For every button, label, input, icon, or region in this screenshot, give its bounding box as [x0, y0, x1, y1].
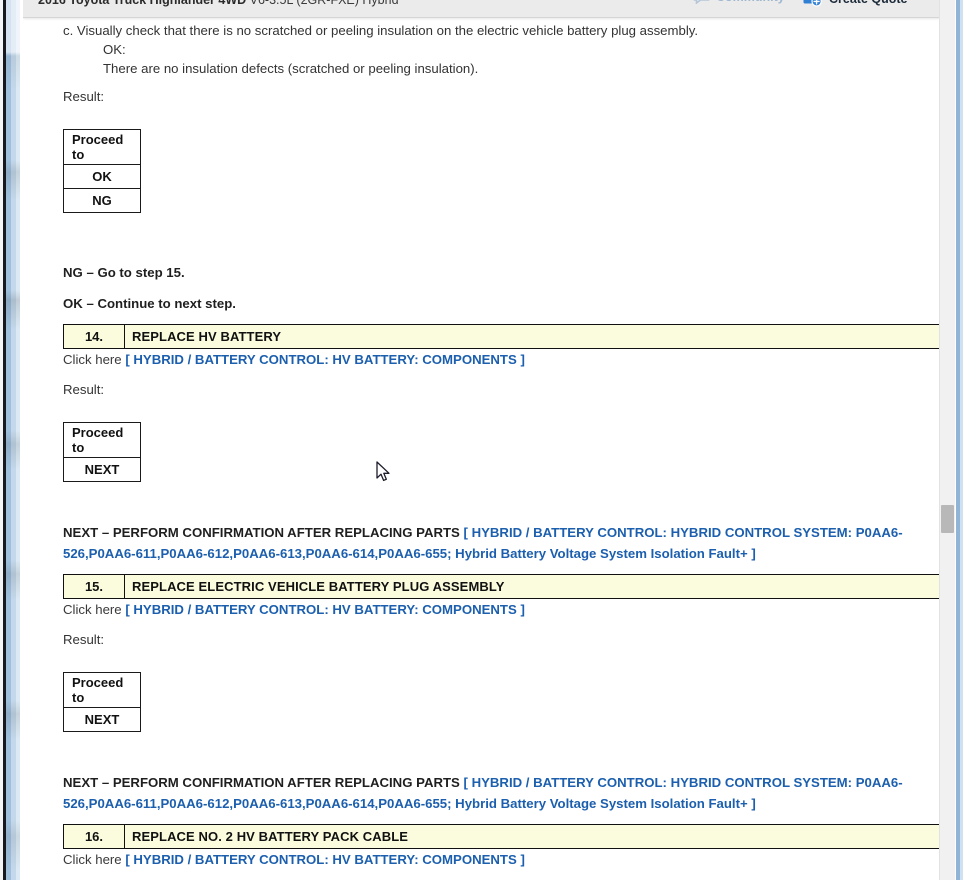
step-14-number: 14. [64, 325, 125, 348]
result-value-next-1[interactable]: NEXT [63, 457, 141, 482]
step-16-title: REPLACE NO. 2 HV BATTERY PACK CABLE [132, 829, 409, 844]
next-confirmation-block-1: NEXT – PERFORM CONFIRMATION AFTER REPLAC… [63, 522, 940, 564]
step-16-click-prefix: Click here [63, 852, 122, 867]
step-15-component-link[interactable]: [ HYBRID / BATTERY CONTROL: HV BATTERY: … [125, 602, 525, 617]
step-14-bar: 14. REPLACE HV BATTERY [63, 324, 940, 349]
vehicle-header-bar: 2016 Toyota Truck Highlander 4WD V6-3.5L… [23, 0, 940, 18]
left-rail-shading [6, 0, 20, 880]
result-label-step-14: Result: [63, 382, 105, 397]
result-table-ok-ng: Proceed to OK NG [63, 129, 141, 213]
community-label: Community [716, 0, 785, 4]
step-14-click-prefix: Click here [63, 352, 122, 367]
step-16-number: 16. [64, 825, 125, 848]
community-button[interactable]: Community [693, 0, 785, 5]
step-14-component-link[interactable]: [ HYBRID / BATTERY CONTROL: HV BATTERY: … [125, 352, 525, 367]
table-row[interactable]: NEXT [63, 707, 141, 732]
page-right-edge [955, 0, 963, 880]
result-table-step-15: Proceed to NEXT [63, 672, 141, 732]
step-15-click-prefix: Click here [63, 602, 122, 617]
next-confirmation-lead-2: NEXT – PERFORM CONFIRMATION AFTER REPLAC… [63, 775, 464, 790]
chat-bubble-icon [693, 0, 710, 5]
procedure-document: c. Visually check that there is no scrat… [23, 18, 940, 880]
step-14-title: REPLACE HV BATTERY [132, 329, 282, 344]
result-value-next-2[interactable]: NEXT [63, 707, 141, 732]
ok-detail-text: There are no insulation defects (scratch… [103, 61, 479, 76]
branch-ng-line: NG – Go to step 15. [63, 265, 185, 280]
next-confirmation-lead-1: NEXT – PERFORM CONFIRMATION AFTER REPLAC… [63, 525, 464, 540]
step-15-bar: 15. REPLACE ELECTRIC VEHICLE BATTERY PLU… [63, 574, 940, 599]
ok-label: OK: [103, 42, 126, 57]
create-quote-button[interactable]: Create Quote [803, 0, 908, 7]
result-value-ng[interactable]: NG [63, 188, 141, 213]
step-15-click-here-row: Click here [ HYBRID / BATTERY CONTROL: H… [63, 602, 525, 617]
substep-c-text: c. Visually check that there is no scrat… [63, 23, 699, 38]
step-15-number: 15. [64, 575, 125, 598]
vehicle-year-model: 2016 Toyota Truck Highlander 4WD [38, 0, 247, 7]
table-row: Proceed to [63, 422, 141, 458]
step-16-bar: 16. REPLACE NO. 2 HV BATTERY PACK CABLE [63, 824, 940, 849]
result-label-1: Result: [63, 89, 105, 104]
vehicle-engine: V6-3.5L (2GR-FXE) Hybrid [249, 0, 399, 7]
quote-plus-icon [803, 0, 823, 7]
table-row[interactable]: NEXT [63, 457, 141, 482]
proceed-to-header-3: Proceed to [63, 672, 141, 708]
branch-ok-line: OK – Continue to next step. [63, 296, 236, 311]
result-label-step-15: Result: [63, 632, 105, 647]
table-row[interactable]: OK [63, 164, 141, 189]
next-confirmation-block-2: NEXT – PERFORM CONFIRMATION AFTER REPLAC… [63, 772, 940, 814]
proceed-to-header-1: Proceed to [63, 129, 141, 165]
table-row: Proceed to [63, 129, 141, 165]
left-navigation-rail[interactable] [0, 0, 23, 880]
application-frame: 2016 Toyota Truck Highlander 4WD V6-3.5L… [0, 0, 963, 880]
table-row[interactable]: NG [63, 188, 141, 213]
vertical-scrollbar-track[interactable] [939, 0, 955, 880]
result-table-step-14: Proceed to NEXT [63, 422, 141, 482]
table-row: Proceed to [63, 672, 141, 708]
proceed-to-header-2: Proceed to [63, 422, 141, 458]
vertical-scrollbar-thumb[interactable] [941, 505, 954, 533]
step-16-click-here-row: Click here [ HYBRID / BATTERY CONTROL: H… [63, 852, 525, 867]
create-quote-label: Create Quote [829, 0, 908, 6]
step-16-component-link[interactable]: [ HYBRID / BATTERY CONTROL: HV BATTERY: … [125, 852, 525, 867]
result-value-ok[interactable]: OK [63, 164, 141, 189]
step-15-title: REPLACE ELECTRIC VEHICLE BATTERY PLUG AS… [132, 579, 505, 594]
vehicle-title: 2016 Toyota Truck Highlander 4WD V6-3.5L… [38, 0, 399, 7]
step-14-click-here-row: Click here [ HYBRID / BATTERY CONTROL: H… [63, 352, 525, 367]
